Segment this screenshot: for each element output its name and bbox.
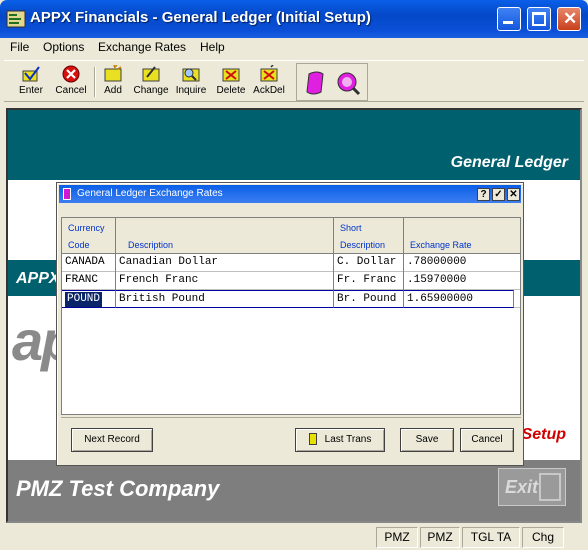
col-short-description: Short Description bbox=[334, 218, 404, 254]
ackdel-icon bbox=[260, 65, 278, 82]
delete-icon bbox=[222, 68, 240, 82]
table-header: Currency Code Description Short Descript… bbox=[62, 218, 520, 254]
short-description-cell[interactable]: Fr. Franc bbox=[334, 272, 404, 290]
ackdel-button[interactable]: AckDel bbox=[248, 65, 290, 101]
inquire-icon bbox=[182, 68, 200, 82]
status-pmz-2: PMZ bbox=[420, 527, 460, 548]
menu-options[interactable]: Options bbox=[43, 40, 84, 54]
last-trans-icon bbox=[308, 433, 317, 446]
short-description-cell[interactable]: Br. Pound bbox=[334, 290, 404, 308]
currency-code-cell[interactable]: POUND bbox=[62, 290, 116, 308]
description-cell[interactable]: British Pound bbox=[116, 290, 334, 308]
status-mode: Chg bbox=[522, 527, 564, 548]
col-description: Description bbox=[116, 218, 334, 254]
enter-icon bbox=[22, 66, 40, 82]
table-row[interactable]: FRANC French Franc Fr. Franc .15970000 bbox=[62, 272, 520, 290]
enter-button[interactable]: Enter bbox=[10, 65, 52, 101]
exchange-rate-cell[interactable]: 1.65900000 bbox=[404, 290, 514, 308]
next-record-button[interactable]: Next Record bbox=[71, 428, 153, 452]
inquire-button[interactable]: Inquire bbox=[170, 65, 212, 101]
short-description-cell[interactable]: C. Dollar bbox=[334, 254, 404, 272]
add-button[interactable]: Add bbox=[92, 65, 134, 101]
cancel-button[interactable]: Cancel bbox=[50, 65, 92, 101]
minimize-button[interactable] bbox=[497, 7, 521, 31]
scroll-icon[interactable] bbox=[303, 70, 329, 96]
maximize-icon bbox=[532, 12, 546, 26]
status-tgl-ta: TGL TA bbox=[462, 527, 520, 548]
currency-code-cell[interactable]: FRANC bbox=[62, 272, 116, 290]
exit-button[interactable]: Exit bbox=[498, 468, 566, 506]
company-name: PMZ Test Company bbox=[16, 476, 220, 501]
window-titlebar: APPX Financials - General Ledger (Initia… bbox=[0, 0, 588, 38]
close-icon: ✕ bbox=[563, 9, 578, 28]
table-row[interactable]: CANADA Canadian Dollar C. Dollar .780000… bbox=[62, 254, 520, 272]
window-title: APPX Financials - General Ledger (Initia… bbox=[30, 9, 371, 26]
col-currency-code: Currency Code bbox=[62, 218, 116, 254]
help-button[interactable]: ? bbox=[477, 188, 490, 201]
last-trans-button[interactable]: Last Trans bbox=[295, 428, 385, 452]
dialog-titlebar: General Ledger Exchange Rates ? ✓ ✕ bbox=[59, 185, 521, 203]
menu-exchange-rates[interactable]: Exchange Rates bbox=[98, 40, 186, 54]
maximize-button[interactable] bbox=[527, 7, 551, 31]
tool-icon-group bbox=[296, 63, 368, 101]
toolbar: Enter Cancel Add Change Inquire Delete A… bbox=[4, 60, 584, 102]
appx-label: APPX bbox=[16, 270, 60, 287]
dialog-cancel-button[interactable]: Cancel bbox=[460, 428, 514, 452]
dialog-icon bbox=[63, 188, 71, 200]
close-button[interactable]: ✕ bbox=[557, 7, 581, 31]
menu-file[interactable]: File bbox=[10, 40, 29, 54]
currency-code-cell[interactable]: CANADA bbox=[62, 254, 116, 272]
change-button[interactable]: Change bbox=[130, 65, 172, 101]
menu-help[interactable]: Help bbox=[200, 40, 225, 54]
dialog-title: General Ledger Exchange Rates bbox=[77, 188, 223, 199]
setup-label: Setup bbox=[521, 426, 566, 443]
search-icon[interactable] bbox=[335, 70, 361, 96]
cancel-icon bbox=[62, 65, 80, 83]
exit-door-icon bbox=[539, 473, 561, 501]
app-icon bbox=[6, 10, 26, 28]
minimize-icon bbox=[503, 21, 513, 24]
description-cell[interactable]: Canadian Dollar bbox=[116, 254, 334, 272]
col-exchange-rate: Exchange Rate bbox=[410, 240, 472, 250]
save-button[interactable]: Save bbox=[400, 428, 454, 452]
table-row-selected[interactable]: POUND British Pound Br. Pound 1.65900000 bbox=[62, 290, 520, 308]
ok-check-button[interactable]: ✓ bbox=[492, 188, 505, 201]
menu-bar: File Options Exchange Rates Help bbox=[0, 38, 588, 58]
exchange-rates-table: Currency Code Description Short Descript… bbox=[61, 217, 521, 415]
exchange-rate-cell[interactable]: .15970000 bbox=[404, 272, 520, 290]
status-bar: PMZ PMZ TGL TA Chg bbox=[0, 526, 588, 550]
currency-code-input[interactable]: POUND bbox=[65, 292, 103, 307]
exchange-rate-cell[interactable]: .78000000 bbox=[404, 254, 520, 272]
dialog-close-button[interactable]: ✕ bbox=[507, 188, 520, 201]
status-pmz-1: PMZ bbox=[376, 527, 418, 548]
general-ledger-label: General Ledger bbox=[450, 154, 568, 171]
add-icon bbox=[104, 65, 122, 82]
delete-button[interactable]: Delete bbox=[210, 65, 252, 101]
exchange-rates-dialog: General Ledger Exchange Rates ? ✓ ✕ Curr… bbox=[56, 182, 524, 466]
dialog-footer: Next Record Last Trans Save Cancel bbox=[61, 417, 521, 463]
description-cell[interactable]: French Franc bbox=[116, 272, 334, 290]
change-icon bbox=[142, 66, 160, 82]
